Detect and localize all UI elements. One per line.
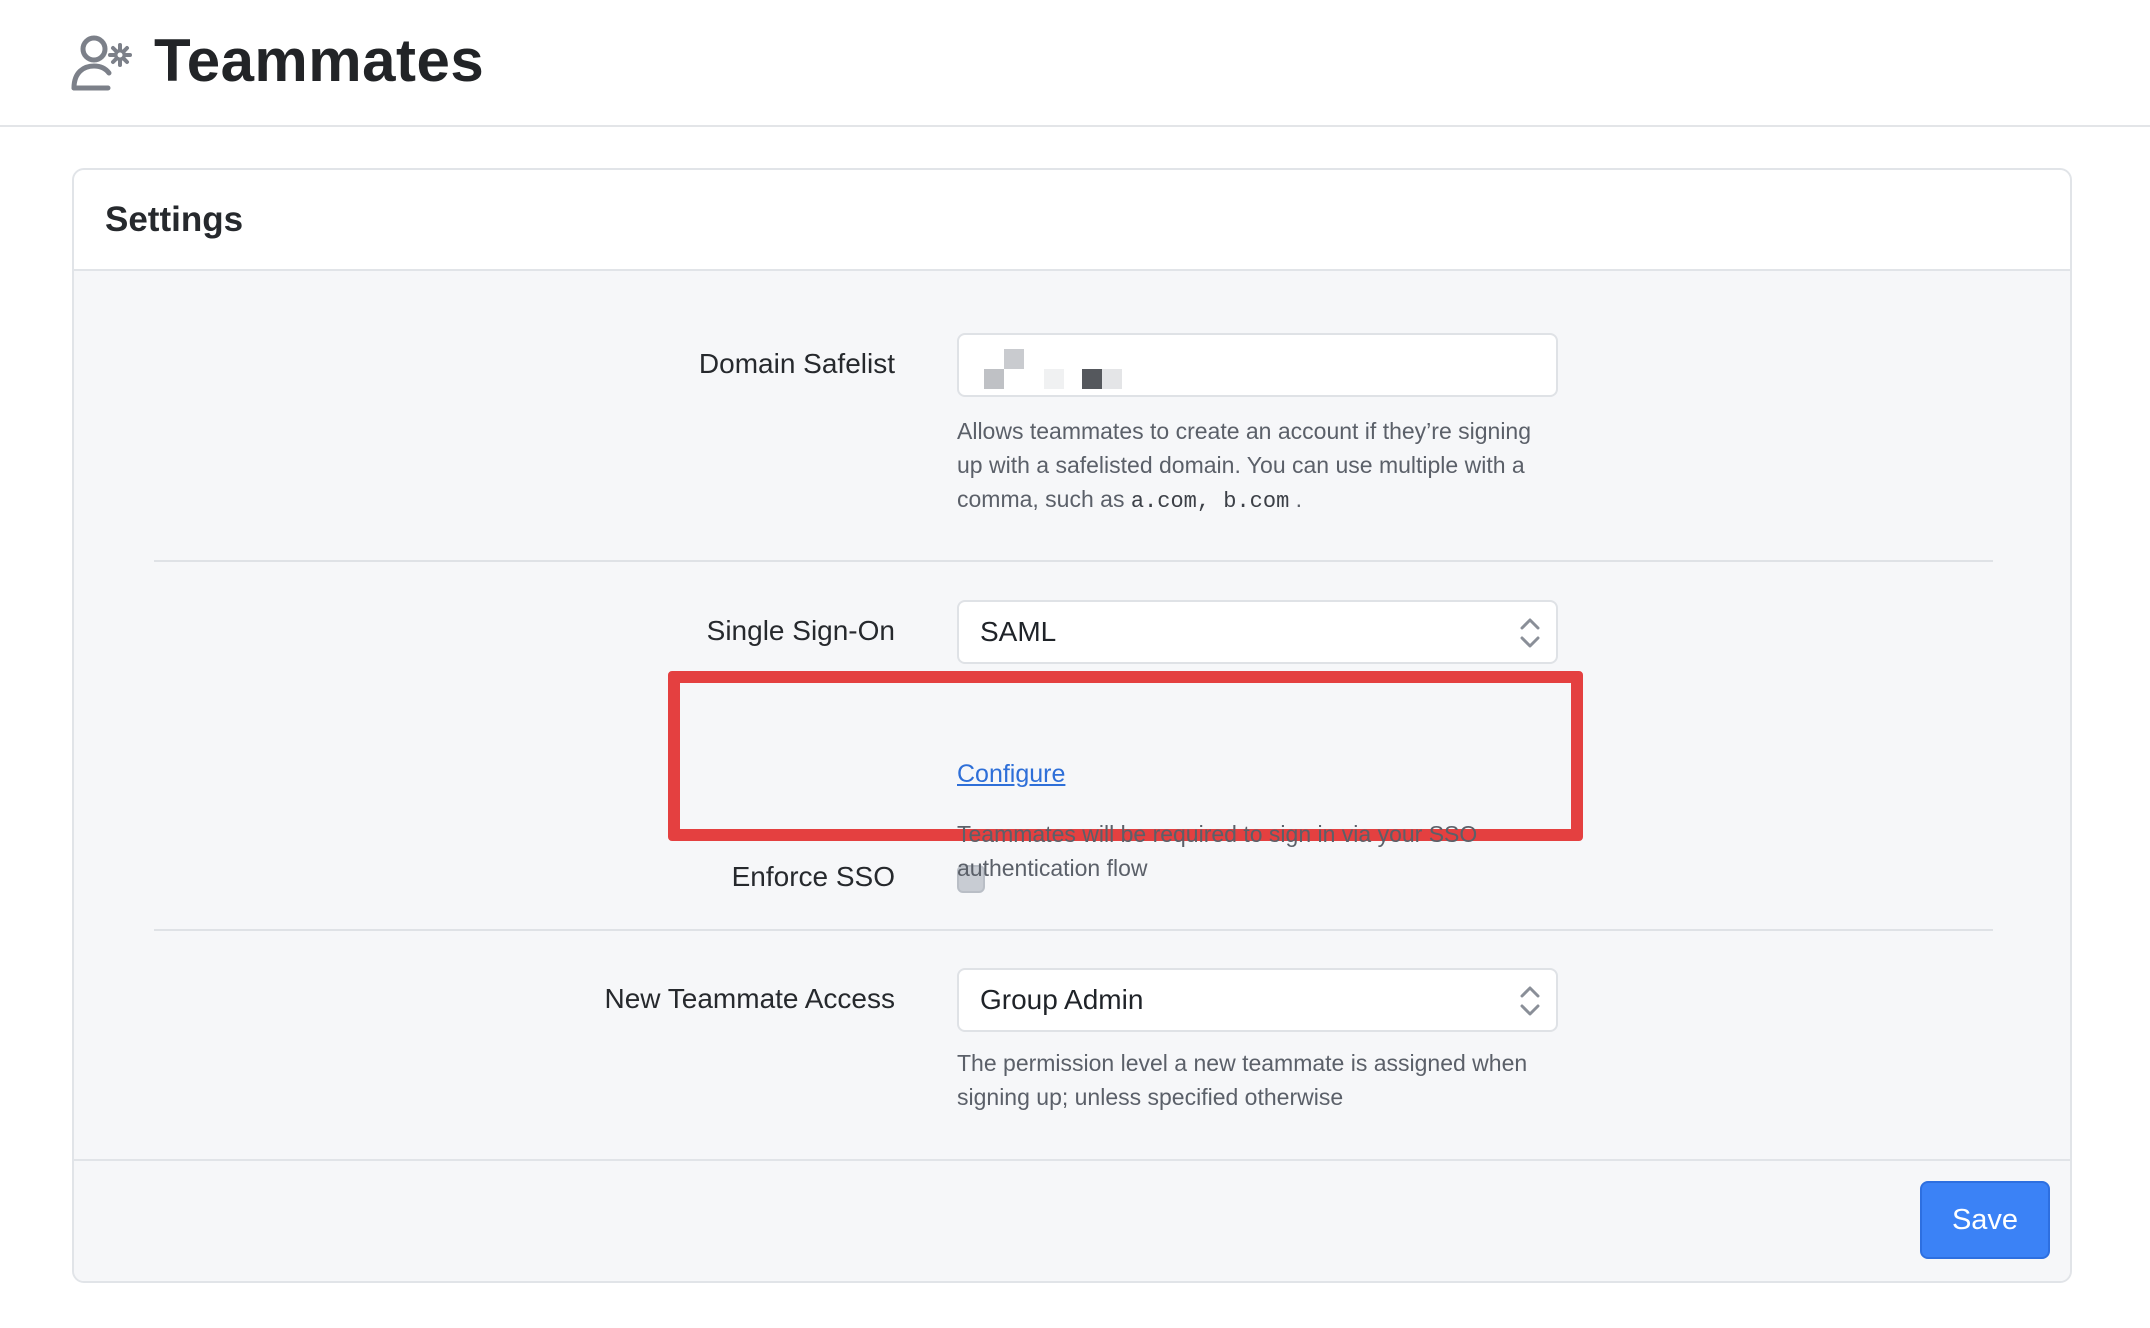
single-sign-on-select[interactable]: SAML (957, 600, 1558, 664)
configure-link[interactable]: Configure (957, 760, 1065, 789)
page-header: Teammates (0, 0, 2150, 127)
new-teammate-access-label: New Teammate Access (604, 983, 896, 1014)
settings-card-footer: Save (74, 1159, 2070, 1281)
settings-card-body: Domain Safelist Allows teammates to crea… (74, 271, 2070, 1163)
save-button[interactable]: Save (1920, 1181, 2050, 1259)
domain-safelist-help: Allows teammates to create an account if… (957, 418, 1532, 514)
page-title: Teammates (154, 27, 485, 94)
teammates-page: Teammates Settings Domain Safelist Allow… (0, 0, 2150, 1328)
single-sign-on-value: SAML (980, 616, 1057, 647)
single-sign-on-label: Single Sign-On (706, 615, 895, 646)
domain-safelist-label: Domain Safelist (698, 348, 895, 379)
redacted-value (984, 349, 1184, 389)
new-teammate-access-help: The permission level a new teammate is a… (957, 1050, 1528, 1110)
settings-card: Settings Domain Safelist Allows teammate… (72, 168, 2072, 1283)
settings-title: Settings (105, 199, 244, 239)
settings-card-header: Settings (74, 170, 2070, 271)
domain-example: a.com, b.com (1130, 489, 1290, 514)
divider (154, 560, 1993, 562)
user-gear-icon (70, 32, 134, 92)
new-teammate-access-select[interactable]: Group Admin (957, 968, 1558, 1032)
enforce-sso-help-text: Teammates will be required to sign in vi… (957, 821, 1478, 881)
chevron-up-down-icon (1518, 984, 1542, 1018)
divider (154, 929, 1993, 931)
domain-safelist-input[interactable] (957, 333, 1558, 397)
enforce-sso-label: Enforce SSO (731, 861, 895, 892)
highlight-annotation (668, 671, 1583, 841)
chevron-up-down-icon (1518, 616, 1542, 650)
new-teammate-access-value: Group Admin (980, 984, 1144, 1015)
